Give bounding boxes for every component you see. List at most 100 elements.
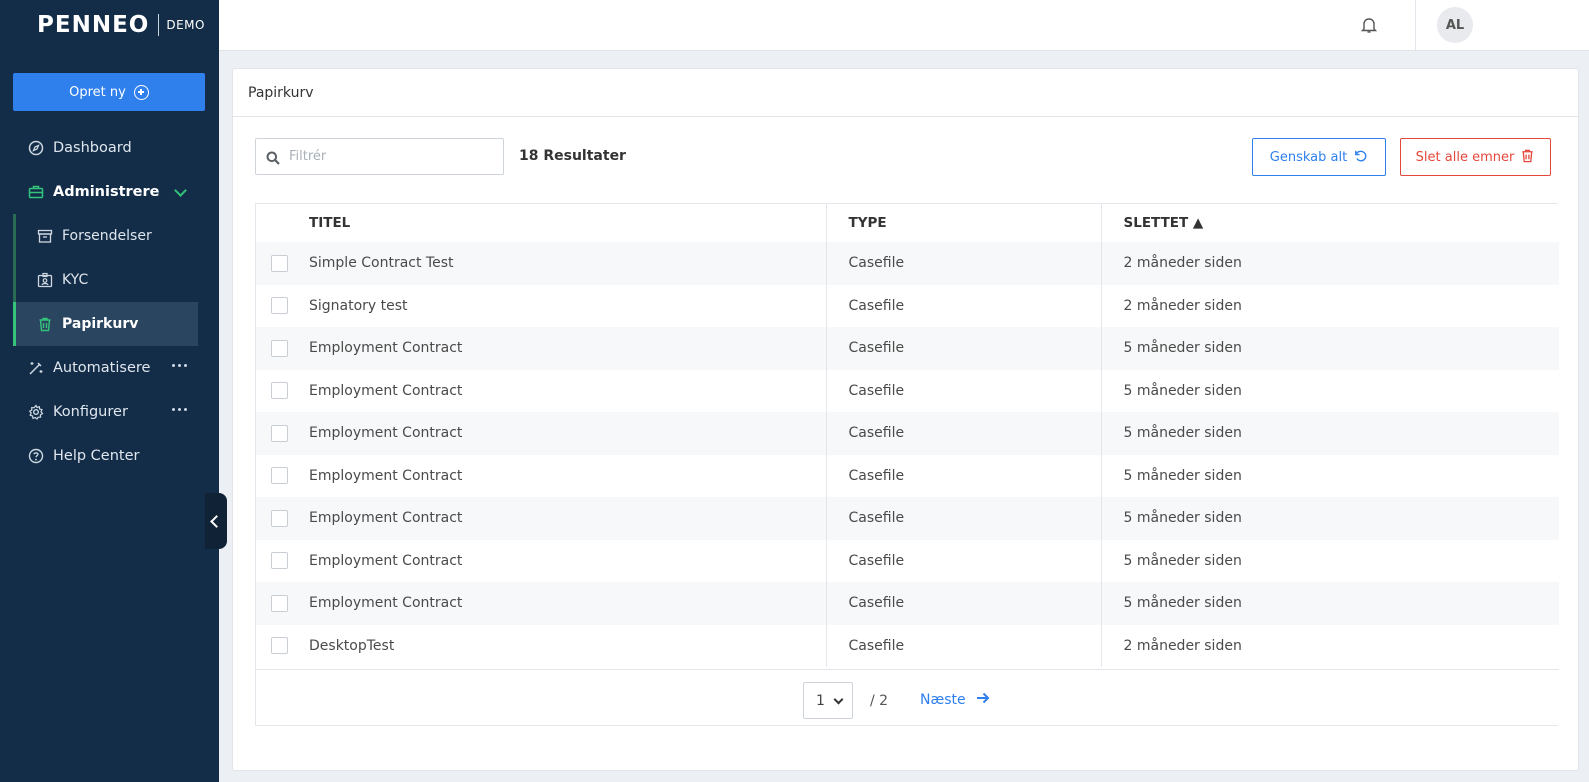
row-deleted: 2 måneder siden	[1100, 624, 1559, 667]
trash-panel: Papirkurv 18 Resultater Genskab alt Slet…	[232, 68, 1579, 771]
more-options-icon[interactable]	[172, 408, 187, 411]
row-checkbox[interactable]	[271, 424, 288, 442]
create-new-button[interactable]: Opret ny	[13, 73, 205, 111]
row-checkbox[interactable]	[271, 637, 288, 655]
row-checkbox[interactable]	[271, 297, 288, 315]
pagination: 1 / 2 Næste	[256, 669, 1559, 727]
row-select-cell	[256, 625, 309, 668]
table-row[interactable]: Employment Contract Casefile 5 måneder sid…	[256, 582, 1559, 625]
row-type: Casefile	[825, 284, 1101, 327]
row-type: Casefile	[825, 454, 1101, 497]
row-checkbox[interactable]	[271, 467, 288, 485]
row-title: Employment Contract	[309, 327, 826, 370]
gear-icon	[28, 404, 44, 420]
column-header-type[interactable]: TYPE	[825, 204, 1101, 242]
restore-all-button[interactable]: Genskab alt	[1252, 138, 1386, 176]
sidebar-item-forsendelser[interactable]: Forsendelser	[16, 214, 219, 258]
row-checkbox[interactable]	[271, 552, 288, 570]
row-deleted: 2 måneder siden	[1100, 242, 1559, 285]
row-checkbox[interactable]	[271, 594, 288, 612]
sidebar-item-kyc[interactable]: KYC	[16, 258, 219, 302]
row-type: Casefile	[825, 369, 1101, 412]
next-page-label: Næste	[920, 692, 966, 708]
sidebar-item-help-center[interactable]: Help Center	[0, 434, 219, 478]
row-deleted: 5 måneder siden	[1100, 369, 1559, 412]
topbar-divider	[1415, 0, 1416, 51]
row-title: Employment Contract	[309, 552, 463, 569]
collapse-sidebar-button[interactable]	[205, 493, 227, 549]
row-select-cell	[256, 412, 309, 455]
table-row[interactable]: Simple Contract Test Casefile 2 måneder si…	[256, 242, 1559, 285]
row-checkbox[interactable]	[271, 382, 288, 400]
row-select-cell	[256, 455, 309, 498]
row-select-cell	[256, 370, 309, 413]
top-bar: AL	[219, 0, 1589, 51]
row-select-cell	[256, 582, 309, 625]
sidebar-item-label: Help Center	[53, 448, 140, 464]
sidebar-item-dashboard[interactable]: Dashboard	[0, 126, 219, 170]
create-new-label: Opret ny	[69, 84, 126, 100]
table-row[interactable]: Employment Contract Casefile 5 måneder sid…	[256, 539, 1559, 582]
compass-icon	[28, 140, 44, 156]
column-header-deleted[interactable]: SLETTET ▲	[1100, 204, 1559, 242]
sidebar-item-label: Forsendelser	[62, 228, 152, 244]
table-row[interactable]: DesktopTest Casefile 2 måneder siden	[256, 624, 1559, 668]
avatar[interactable]: AL	[1437, 7, 1473, 43]
row-deleted: 5 måneder siden	[1100, 497, 1559, 540]
row-type: Casefile	[825, 539, 1101, 582]
logo-divider	[158, 14, 160, 36]
briefcase-icon	[28, 184, 44, 200]
row-select-cell	[256, 285, 309, 328]
table-row[interactable]: Employment Contract Casefile 5 måneder sid…	[256, 369, 1559, 413]
sidebar-nav: Dashboard Administrere Forsendelser KYC	[0, 126, 219, 478]
column-header-title[interactable]: TITEL	[309, 204, 826, 242]
page-total: / 2	[870, 693, 889, 709]
sidebar-item-administrere[interactable]: Administrere	[0, 170, 219, 214]
filter-field[interactable]	[255, 138, 504, 175]
delete-all-button[interactable]: Slet alle emner	[1400, 138, 1551, 176]
row-deleted: 2 måneder siden	[1100, 284, 1559, 327]
table-row[interactable]: Employment Contract Casefile 5 måneder sid…	[256, 327, 1559, 370]
more-options-icon[interactable]	[172, 364, 187, 367]
page-select[interactable]: 1	[803, 682, 853, 719]
row-checkbox[interactable]	[271, 339, 288, 357]
row-checkbox[interactable]	[271, 254, 288, 272]
sidebar-item-konfigurer[interactable]: Konfigurer	[0, 390, 219, 434]
sidebar-item-label: Automatisere	[53, 360, 151, 376]
arrow-right-icon	[976, 691, 990, 709]
row-deleted: 5 måneder siden	[1100, 582, 1559, 625]
row-title: Simple Contract Test	[309, 242, 826, 285]
row-type: Casefile	[825, 412, 1101, 455]
select-column-header	[256, 204, 309, 242]
table-row[interactable]: Employment Contract Casefile 5 måneder sid…	[256, 412, 1559, 455]
sidebar-item-label: KYC	[62, 272, 89, 288]
sidebar-item-label: Papirkurv	[62, 316, 139, 332]
sidebar: PENNEO DEMO Opret ny Dashboard Administr…	[0, 0, 219, 782]
logo[interactable]: PENNEO DEMO	[37, 12, 205, 38]
sidebar-item-automatisere[interactable]: Automatisere	[0, 346, 219, 390]
trash-table: TITEL TYPE SLETTET ▲ Simple Contract Tes…	[255, 203, 1559, 727]
sidebar-item-label: Administrere	[53, 184, 160, 200]
bell-icon[interactable]	[1360, 16, 1378, 34]
table-row[interactable]: Employment Contract Casefile 5 måneder sid…	[256, 497, 1559, 540]
logo-text: PENNEO	[37, 12, 150, 38]
magic-wand-icon	[28, 360, 44, 376]
row-title: Signatory test	[309, 297, 408, 314]
row-deleted: 5 måneder siden	[1100, 539, 1559, 582]
sidebar-item-papirkurv[interactable]: Papirkurv	[13, 302, 198, 346]
results-count: 18 Resultater	[519, 148, 626, 164]
filter-input[interactable]	[289, 149, 489, 164]
row-deleted: 5 måneder siden	[1100, 327, 1559, 370]
trash-icon	[1520, 148, 1535, 167]
row-checkbox[interactable]	[271, 509, 288, 527]
table-row[interactable]: Signatory test Casefile 2 måneder siden	[256, 284, 1559, 328]
plus-circle-icon	[133, 84, 149, 100]
row-deleted: 5 måneder siden	[1100, 454, 1559, 497]
row-title: Employment Contract	[309, 582, 826, 625]
table-row[interactable]: Employment Contract Casefile 5 måneder sid…	[256, 454, 1559, 498]
row-title: Employment Contract	[309, 382, 463, 399]
chevron-down-icon	[174, 184, 187, 197]
next-page-link[interactable]: Næste	[920, 691, 990, 709]
row-select-cell	[256, 327, 309, 370]
row-type: Casefile	[825, 327, 1101, 370]
